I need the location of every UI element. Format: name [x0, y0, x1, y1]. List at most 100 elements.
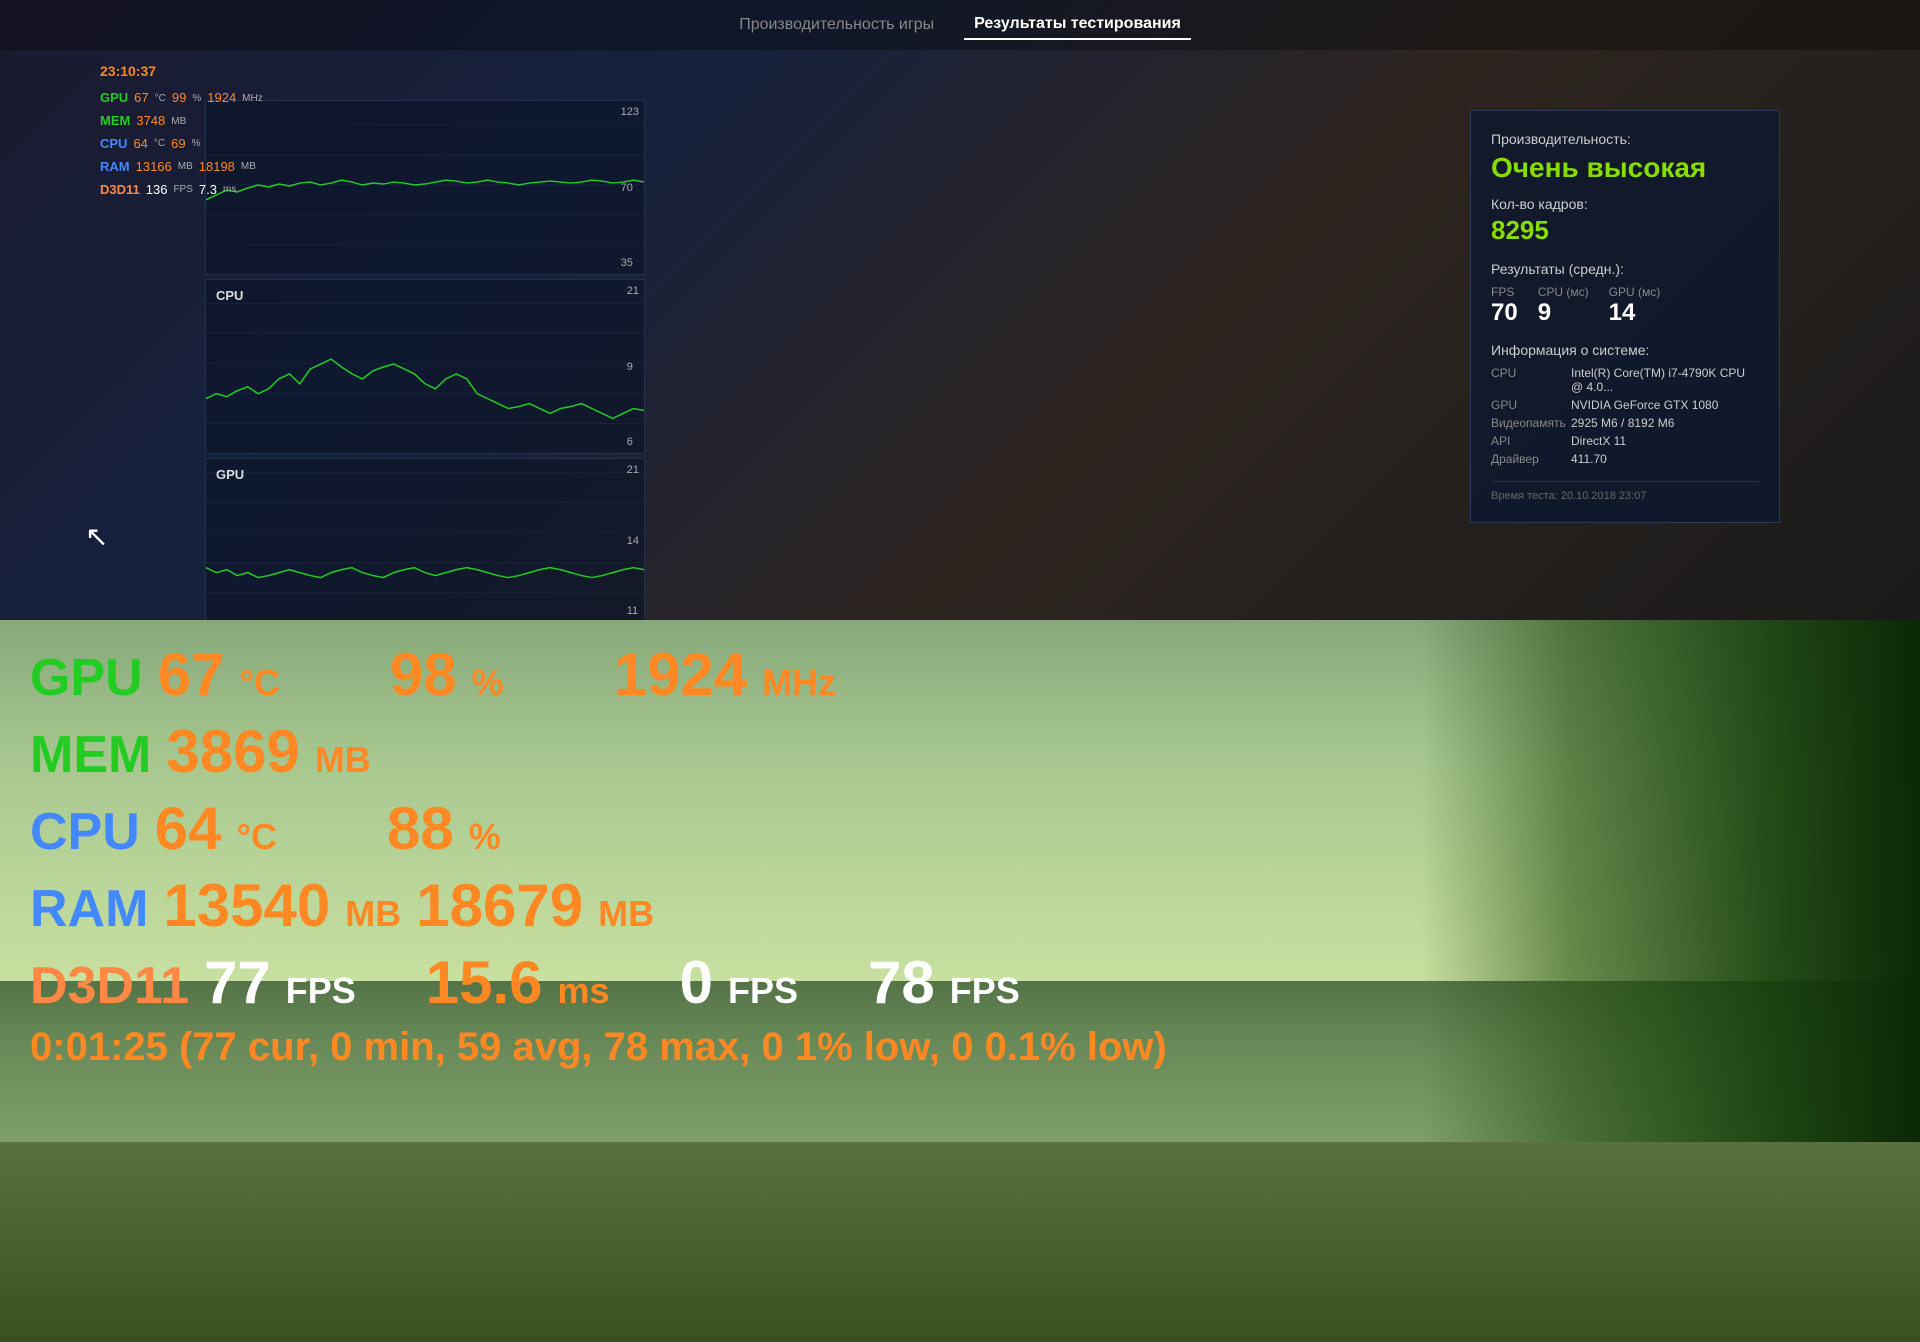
- cpu-temp-val: 64: [133, 134, 147, 155]
- ram-label: RAM: [100, 157, 130, 178]
- api-system-val: DirectX 11: [1571, 434, 1626, 448]
- cursor-arrow: ↖: [85, 520, 108, 553]
- ram-val: 13166: [136, 157, 172, 178]
- large-cpu-temp: 64: [155, 794, 222, 863]
- large-cpu-label: CPU: [30, 802, 140, 862]
- cpu-stat-row: CPU 64 °C 69 %: [100, 134, 263, 155]
- large-d3d-label: D3D11: [30, 956, 189, 1016]
- cpu-system-row: CPU Intel(R) Core(TM) i7-4790K CPU @ 4.0…: [1491, 366, 1759, 394]
- ram-val2: 18198: [199, 157, 235, 178]
- d3d-stat-row: D3D11 136 FPS 7.3 ms: [100, 180, 263, 201]
- d3d-fps-val: 136: [146, 180, 168, 201]
- large-gpu-load-unit: %: [472, 662, 504, 704]
- large-cpu-load: 88: [387, 794, 454, 863]
- large-summary-row: 0:01:25 (77 cur, 0 min, 59 avg, 78 max, …: [30, 1025, 1167, 1070]
- gpu-system-row: GPU NVIDIA GeForce GTX 1080: [1491, 398, 1759, 412]
- large-d3d-ms: 15.6: [426, 948, 543, 1017]
- large-gpu-clock-unit: MHz: [762, 662, 836, 704]
- cpu-metric: CPU (мс) 9: [1538, 285, 1589, 327]
- gpu-metric-label: GPU (мс): [1609, 285, 1661, 299]
- large-d3d-fps: 77: [204, 948, 271, 1017]
- large-gpu-load: 98: [390, 640, 457, 709]
- fps-chart-ylabels: 123 70 35: [621, 101, 639, 274]
- fps-metric-value: 70: [1491, 299, 1518, 327]
- ram-unit: MB: [178, 159, 193, 175]
- large-summary: 0:01:25 (77 cur, 0 min, 59 avg, 78 max, …: [30, 1025, 1167, 1070]
- gpu-clock-val: 1924: [207, 88, 236, 109]
- system-label: Информация о системе:: [1491, 342, 1759, 358]
- large-gpu-temp-unit: °C: [239, 662, 279, 704]
- d3d-ms-unit: ms: [223, 182, 236, 198]
- large-gpu-clock: 1924: [614, 640, 747, 709]
- cpu-temp-unit: °C: [154, 136, 165, 152]
- large-d3d-0fps-unit: FPS: [728, 970, 798, 1012]
- timestamp: 23:10:37: [100, 60, 263, 82]
- gpu-stat-row: GPU 67 °C 99 % 1924 MHz: [100, 88, 263, 109]
- gpu-temp-val: 67: [134, 88, 148, 109]
- gpu-system-val: NVIDIA GeForce GTX 1080: [1571, 398, 1718, 412]
- gpu-metric: GPU (мс) 14: [1609, 285, 1661, 327]
- large-cpu-row: CPU 64 °C 88 %: [30, 794, 1167, 863]
- overlay-stats-large: GPU 67 °C 98 % 1924 MHz MEM 3869 MB CPU …: [30, 640, 1167, 1078]
- cpu-system-val: Intel(R) Core(TM) i7-4790K CPU @ 4.0...: [1571, 366, 1759, 394]
- driver-system-row: Драйвер 411.70: [1491, 452, 1759, 466]
- fps-metric-label: FPS: [1491, 285, 1518, 299]
- cpu-metric-value: 9: [1538, 299, 1589, 327]
- bottom-section: GPU 67 °C 98 % 1924 MHz MEM 3869 MB CPU …: [0, 620, 1920, 1342]
- large-cpu-temp-unit: °C: [237, 816, 277, 858]
- api-system-key: API: [1491, 434, 1571, 448]
- large-ram-val: 13540: [163, 871, 330, 940]
- tab-results[interactable]: Результаты тестирования: [964, 10, 1191, 40]
- mem-unit: MB: [171, 114, 186, 130]
- large-mem-unit: MB: [315, 739, 371, 781]
- cpu-chart-label: CPU: [216, 288, 243, 303]
- large-ram-label: RAM: [30, 879, 148, 939]
- cpu-metric-label: CPU (мс): [1538, 285, 1589, 299]
- ram-unit2: MB: [241, 159, 256, 175]
- performance-rating: Очень высокая: [1491, 152, 1759, 184]
- gpu-load-unit: %: [192, 91, 201, 107]
- vram-system-key: Видеопамять: [1491, 416, 1571, 430]
- mem-label: MEM: [100, 111, 130, 132]
- test-time: Время теста: 20.10.2018 23:07: [1491, 481, 1759, 502]
- large-gpu-temp: 67: [158, 640, 225, 709]
- gpu-chart-svg: [206, 459, 644, 620]
- cpu-chart-svg: [206, 280, 644, 453]
- tab-performance[interactable]: Производительность игры: [729, 11, 944, 39]
- gpu-system-key: GPU: [1491, 398, 1571, 412]
- large-ram-unit: MB: [345, 893, 401, 935]
- gpu-clock-unit: MHz: [242, 91, 263, 107]
- large-gpu-row: GPU 67 °C 98 % 1924 MHz: [30, 640, 1167, 709]
- d3d-label: D3D11: [100, 180, 140, 201]
- frames-label: Кол-во кадров:: [1491, 196, 1759, 212]
- cpu-system-key: CPU: [1491, 366, 1571, 394]
- results-metrics: FPS 70 CPU (мс) 9 GPU (мс) 14: [1491, 285, 1759, 327]
- cpu-label: CPU: [100, 134, 127, 155]
- driver-system-val: 411.70: [1571, 452, 1607, 466]
- gpu-chart-label: GPU: [216, 467, 244, 482]
- d3d-fps-unit: FPS: [173, 182, 192, 198]
- large-d3d-78fps: 78: [868, 948, 935, 1017]
- fps-metric: FPS 70: [1491, 285, 1518, 327]
- mem-stat-row: MEM 3748 MB: [100, 111, 263, 132]
- api-system-row: API DirectX 11: [1491, 434, 1759, 448]
- ram-stat-row: RAM 13166 MB 18198 MB: [100, 157, 263, 178]
- gpu-temp-unit: °C: [155, 91, 166, 107]
- cpu-load-unit: %: [192, 136, 201, 152]
- results-panel: Производительность: Очень высокая Кол-во…: [1470, 110, 1780, 523]
- fps-chart-svg: [206, 101, 644, 274]
- gpu-chart-ylabels: 21 14 11: [627, 459, 639, 620]
- large-ram-row: RAM 13540 MB 18679 MB: [30, 871, 1167, 940]
- cpu-chart-ylabels: 21 9 6: [627, 280, 639, 453]
- avg-label: Результаты (средн.):: [1491, 261, 1759, 277]
- cpu-load-val: 69: [171, 134, 185, 155]
- gpu-metric-value: 14: [1609, 299, 1661, 327]
- gpu-load-val: 99: [172, 88, 186, 109]
- large-d3d-row: D3D11 77 FPS 15.6 ms 0 FPS 78 FPS: [30, 948, 1167, 1017]
- game-scene: GPU 67 °C 98 % 1924 MHz MEM 3869 MB CPU …: [0, 620, 1920, 1342]
- tab-bar: Производительность игры Результаты тести…: [0, 0, 1920, 50]
- d3d-ms-val: 7.3: [199, 180, 217, 201]
- large-ram-val2: 18679: [416, 871, 583, 940]
- large-ram-unit2: MB: [598, 893, 654, 935]
- performance-label: Производительность:: [1491, 131, 1759, 147]
